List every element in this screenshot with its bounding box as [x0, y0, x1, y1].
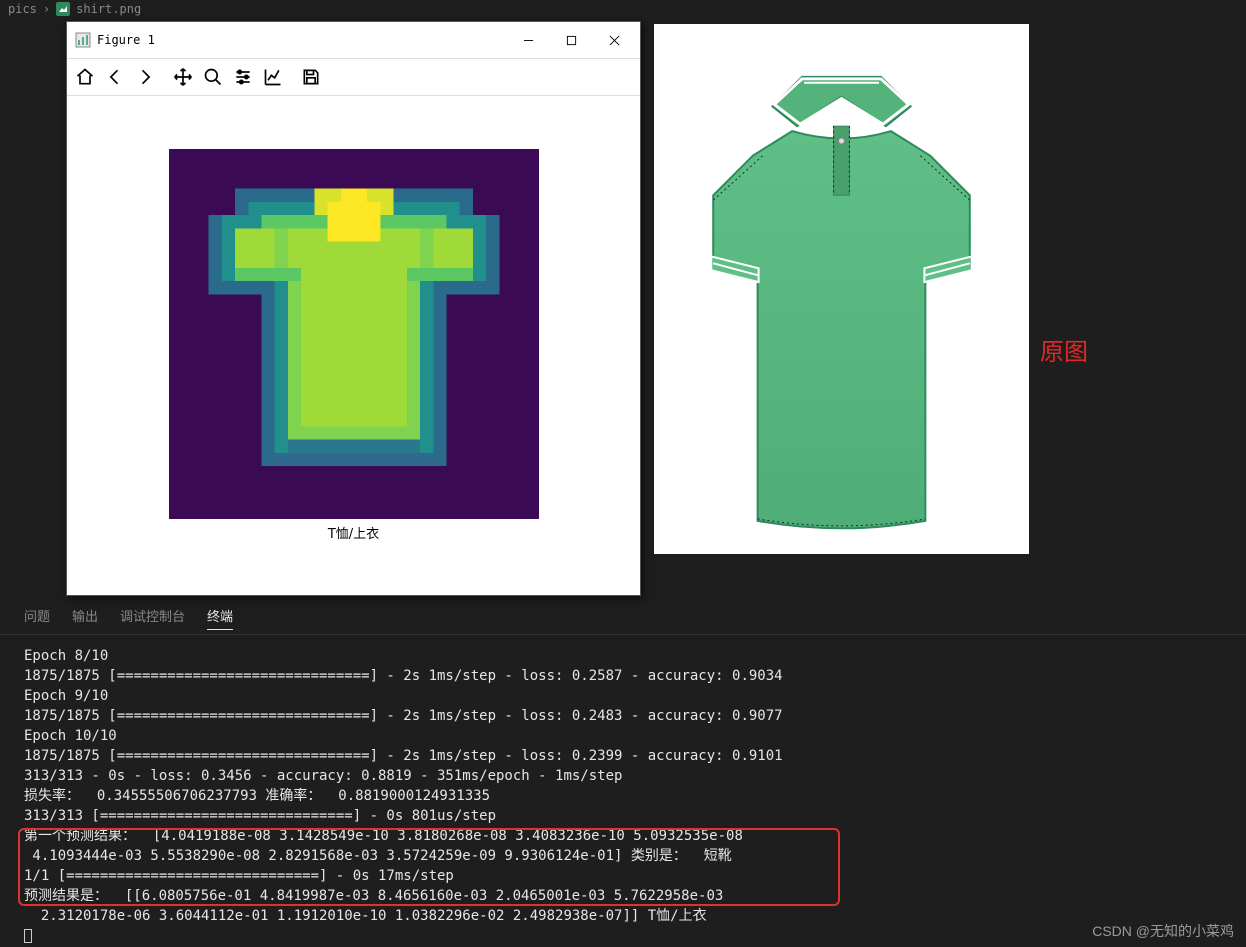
heatmap-image — [169, 149, 539, 519]
zoom-icon[interactable] — [199, 63, 227, 91]
terminal-line: 313/313 - 0s - loss: 0.3456 - accuracy: … — [24, 768, 622, 784]
watermark: CSDN @无知的小菜鸡 — [1092, 921, 1234, 941]
breadcrumb: pics › shirt.png — [0, 0, 1246, 18]
terminal-line: 第一个预测结果： [4.0419188e-08 3.1428549e-10 3.… — [24, 828, 743, 844]
terminal-line: Epoch 9/10 — [24, 688, 108, 704]
image-file-icon — [56, 2, 70, 16]
app-icon — [75, 32, 91, 48]
terminal-line: 1875/1875 [=============================… — [24, 748, 783, 764]
terminal-line: 2.3120178e-06 3.6044112e-01 1.1912010e-1… — [24, 908, 707, 924]
breadcrumb-file[interactable]: shirt.png — [76, 2, 141, 16]
window-titlebar[interactable]: Figure 1 — [67, 22, 640, 59]
terminal-line: 预测结果是： [[6.0805756e-01 4.8419987e-03 8.4… — [24, 888, 723, 904]
edit-axes-icon[interactable] — [259, 63, 287, 91]
maximize-button[interactable] — [550, 26, 593, 54]
breadcrumb-folder[interactable]: pics — [8, 2, 37, 16]
terminal-line: 313/313 [==============================]… — [24, 808, 496, 824]
terminal-line: 1/1 [==============================] - 0… — [24, 868, 454, 884]
tab-output[interactable]: 输出 — [72, 602, 98, 630]
original-image-label: 原图 — [1040, 332, 1088, 367]
shirt-image — [654, 24, 1029, 554]
tab-debug-console[interactable]: 调试控制台 — [120, 602, 185, 630]
matplotlib-toolbar — [67, 59, 640, 96]
home-icon[interactable] — [71, 63, 99, 91]
forward-icon[interactable] — [131, 63, 159, 91]
original-image-panel — [654, 24, 1029, 554]
figure-window: Figure 1 — [66, 21, 641, 596]
terminal-cursor — [24, 929, 32, 943]
minimize-button[interactable] — [507, 26, 550, 54]
terminal-line: 4.1093444e-03 5.5538290e-08 2.8291568e-0… — [24, 848, 732, 864]
terminal-line: Epoch 8/10 — [24, 648, 108, 664]
terminal-line: Epoch 10/10 — [24, 728, 117, 744]
tab-terminal[interactable]: 终端 — [207, 602, 233, 630]
terminal-output[interactable]: Epoch 8/10 1875/1875 [==================… — [0, 628, 1246, 947]
plot-area: T恤/上衣 — [67, 96, 640, 595]
tab-problems[interactable]: 问题 — [24, 602, 50, 630]
window-title: Figure 1 — [97, 33, 155, 47]
plot-caption: T恤/上衣 — [328, 523, 379, 542]
terminal-line: 1875/1875 [=============================… — [24, 708, 783, 724]
configure-icon[interactable] — [229, 63, 257, 91]
close-button[interactable] — [593, 26, 636, 54]
breadcrumb-separator: › — [43, 2, 50, 16]
terminal-line: 损失率： 0.34555506706237793 准确率： 0.88190001… — [24, 788, 490, 804]
pan-icon[interactable] — [169, 63, 197, 91]
save-icon[interactable] — [297, 63, 325, 91]
back-icon[interactable] — [101, 63, 129, 91]
terminal-line: 1875/1875 [=============================… — [24, 668, 783, 684]
